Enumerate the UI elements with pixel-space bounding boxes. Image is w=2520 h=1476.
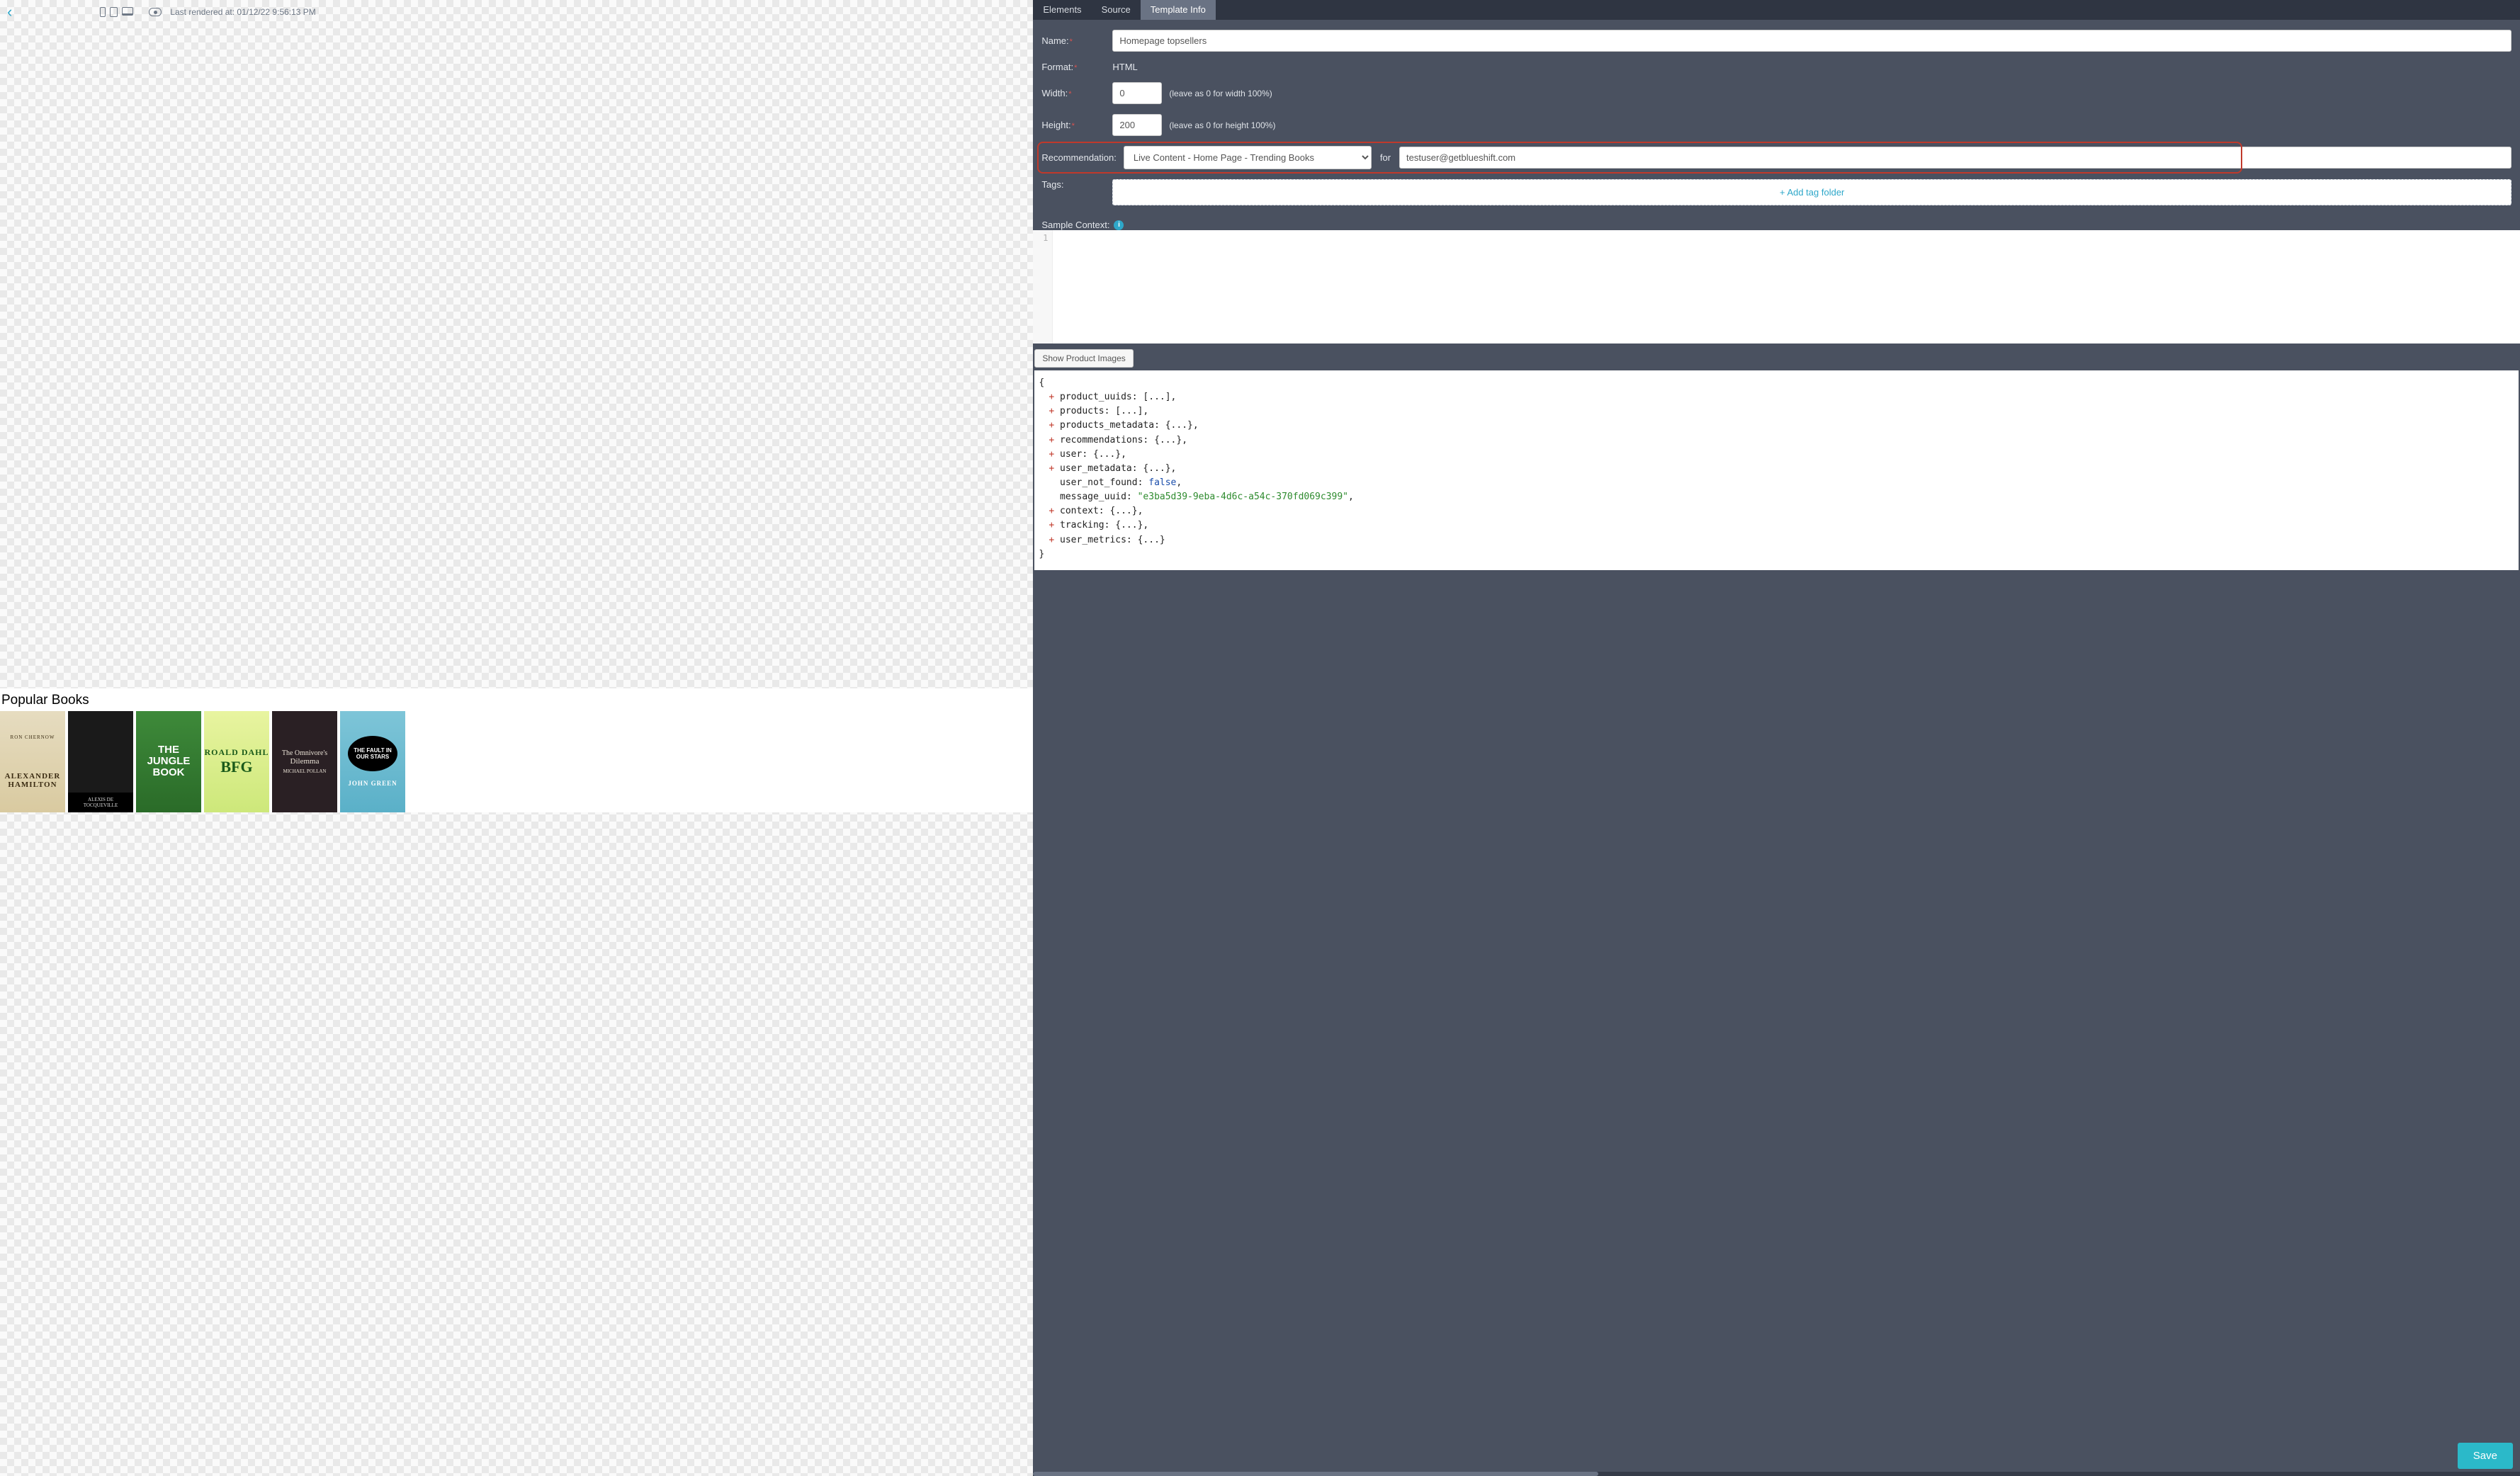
book-cover: ALEXIS DE TOCQUEVILLE — [68, 711, 133, 812]
tab-elements[interactable]: Elements — [1033, 0, 1091, 20]
horizontal-scrollbar[interactable] — [1033, 1472, 2520, 1476]
json-tree-line[interactable]: + tracking: {...}, — [1039, 518, 2513, 533]
json-brace-close: } — [1039, 547, 2513, 562]
json-tree-line[interactable]: + recommendations: {...}, — [1039, 433, 2513, 448]
tabs-bar: Elements Source Template Info — [1033, 0, 2520, 20]
json-tree-line[interactable]: + products: [...], — [1039, 404, 2513, 419]
editor-gutter: 1 — [1033, 230, 1053, 344]
tablet-icon[interactable] — [110, 7, 118, 17]
json-tree-line[interactable]: + product_uuids: [...], — [1039, 390, 2513, 404]
height-input[interactable] — [1112, 114, 1162, 136]
json-tree-line: user_not_found: false, — [1039, 476, 2513, 490]
tab-source[interactable]: Source — [1092, 0, 1141, 20]
book-cover: ROALD DAHL BFG — [204, 711, 269, 812]
preview-title: Popular Books — [0, 691, 1033, 711]
phone-icon[interactable] — [100, 7, 106, 17]
book-cover: RON CHERNOW ALEXANDER HAMILTON — [0, 711, 65, 812]
json-tree-line[interactable]: + products_metadata: {...}, — [1039, 419, 2513, 433]
width-label: Width: — [1041, 88, 1105, 98]
book-row: RON CHERNOW ALEXANDER HAMILTON ALEXIS DE… — [0, 711, 1033, 812]
eye-icon[interactable] — [149, 8, 162, 16]
width-input[interactable] — [1112, 82, 1162, 104]
editor-body[interactable] — [1053, 230, 2520, 344]
json-tree-line[interactable]: + user_metadata: {...}, — [1039, 462, 2513, 476]
device-toggle-group — [100, 7, 133, 17]
sample-context-editor[interactable]: 1 — [1033, 230, 2520, 344]
add-tag-folder-button[interactable]: + Add tag folder — [1112, 179, 2511, 205]
format-label: Format: — [1041, 62, 1105, 72]
format-value: HTML — [1112, 62, 1137, 72]
preview-frame: Popular Books RON CHERNOW ALEXANDER HAMI… — [0, 688, 1033, 812]
json-tree-line: message_uuid: "e3ba5d39-9eba-4d6c-a54c-3… — [1039, 490, 2513, 504]
json-tree-line[interactable]: + user_metrics: {...} — [1039, 533, 2513, 547]
book-cover: THE JUNGLE BOOK — [136, 711, 201, 812]
width-hint: (leave as 0 for width 100%) — [1169, 89, 1272, 98]
show-product-images-button[interactable]: Show Product Images — [1034, 349, 1133, 368]
book-cover: The Omnivore's Dilemma MICHAEL POLLAN — [272, 711, 337, 812]
height-label: Height: — [1041, 120, 1105, 130]
book-cover: THE FAULT IN OUR STARS JOHN GREEN — [340, 711, 405, 812]
recommendation-select[interactable]: Live Content - Home Page - Trending Book… — [1124, 146, 1372, 169]
tab-template-info[interactable]: Template Info — [1141, 0, 1216, 20]
for-label: for — [1379, 152, 1392, 163]
json-brace-open: { — [1039, 376, 2513, 390]
json-tree-line[interactable]: + user: {...}, — [1039, 448, 2513, 462]
sample-context-label: Sample Context: — [1041, 220, 1109, 230]
save-button[interactable]: Save — [2458, 1443, 2513, 1469]
recommendation-label: Recommendation: — [1041, 152, 1117, 163]
tags-label: Tags: — [1041, 179, 1105, 205]
back-chevron-icon[interactable]: ‹ — [3, 3, 16, 21]
json-tree[interactable]: { + product_uuids: [...],+ products: [..… — [1034, 370, 2519, 570]
height-hint: (leave as 0 for height 100%) — [1169, 120, 1275, 130]
name-input[interactable] — [1112, 30, 2511, 52]
name-label: Name: — [1041, 35, 1105, 46]
desktop-icon[interactable] — [122, 7, 133, 16]
json-tree-line[interactable]: + context: {...}, — [1039, 504, 2513, 518]
last-rendered-label: Last rendered at: 01/12/22 9:56:13 PM — [170, 7, 315, 17]
info-icon[interactable]: i — [1114, 220, 1124, 230]
for-user-input[interactable] — [1399, 147, 2511, 169]
